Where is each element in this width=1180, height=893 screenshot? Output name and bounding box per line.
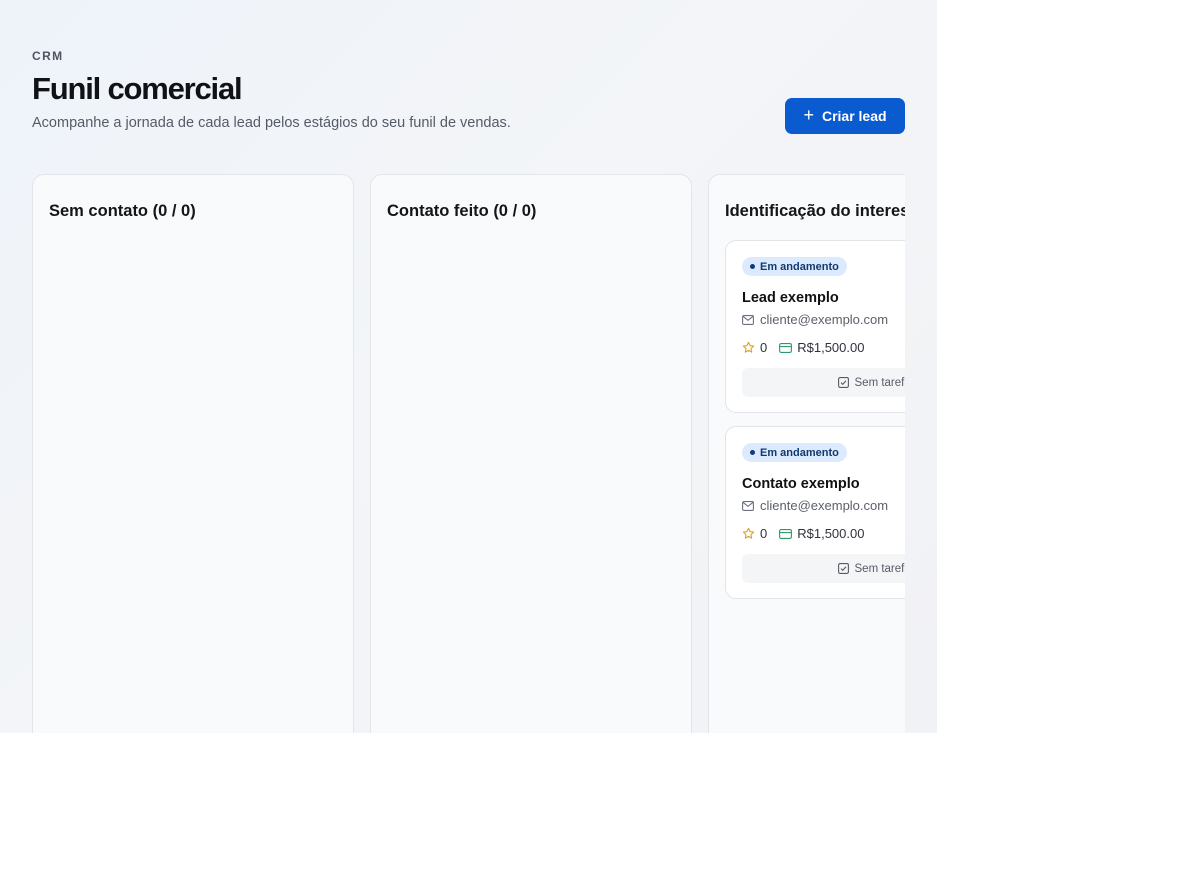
- lead-email-text: cliente@exemplo.com: [760, 312, 889, 327]
- lead-meta: 0 R$1,500.00: [742, 340, 864, 355]
- mail-icon: [742, 314, 754, 325]
- create-lead-label: Criar lead: [821, 108, 887, 124]
- column-title: Contato feito (0 / 0): [387, 202, 537, 220]
- checkbox-icon: [837, 563, 849, 574]
- lead-meta: 0 R$1,500.00: [742, 526, 864, 541]
- star-icon: [742, 341, 755, 354]
- status-label: Em andamento: [760, 260, 839, 273]
- star-icon: [742, 527, 755, 540]
- column-title: Sem contato (0 / 0): [49, 202, 196, 220]
- lead-rating: 0: [760, 340, 768, 355]
- lead-email-text: cliente@exemplo.com: [760, 498, 889, 513]
- crm-page: CRM Funil comercial Acompanhe a jornada …: [0, 0, 937, 733]
- section-eyebrow: CRM: [32, 49, 64, 63]
- column-title: Identificação do interesse: [725, 202, 905, 220]
- column-sem-contato: Sem contato (0 / 0): [32, 174, 354, 733]
- lead-name: Lead exemplo: [742, 290, 839, 306]
- status-dot-icon: [750, 450, 755, 455]
- lead-card[interactable]: Em andamento Contato exemplo cliente@exe…: [725, 426, 905, 599]
- checkbox-icon: [837, 377, 849, 388]
- money-icon: [779, 342, 793, 353]
- lead-email: cliente@exemplo.com: [742, 312, 888, 327]
- status-badge: Em andamento: [742, 443, 847, 462]
- plus-icon: +: [803, 105, 814, 125]
- kanban-board: Sem contato (0 / 0) Contato feito (0 / 0…: [32, 174, 905, 733]
- status-badge: Em andamento: [742, 257, 847, 276]
- tasks-button[interactable]: Sem tarefas: [742, 554, 905, 583]
- money-icon: [779, 528, 793, 539]
- tasks-button[interactable]: Sem tarefas: [742, 368, 905, 397]
- lead-value: R$1,500.00: [797, 526, 865, 541]
- mail-icon: [742, 500, 754, 511]
- page-title: Funil comercial: [32, 71, 243, 106]
- lead-card[interactable]: Em andamento Lead exemplo cliente@exempl…: [725, 240, 905, 413]
- status-dot-icon: [750, 264, 755, 269]
- page-subtitle: Acompanhe a jornada de cada lead pelos e…: [32, 115, 511, 131]
- tasks-label: Sem tarefas: [854, 376, 906, 389]
- lead-rating: 0: [760, 526, 768, 541]
- lead-value: R$1,500.00: [797, 340, 865, 355]
- column-identificacao-interesse: Identificação do interesse Em andamento …: [708, 174, 905, 733]
- status-label: Em andamento: [760, 446, 839, 459]
- lead-email: cliente@exemplo.com: [742, 498, 888, 513]
- lead-name: Contato exemplo: [742, 476, 860, 492]
- create-lead-button[interactable]: + Criar lead: [785, 98, 905, 134]
- tasks-label: Sem tarefas: [854, 562, 906, 575]
- column-contato-feito: Contato feito (0 / 0): [370, 174, 692, 733]
